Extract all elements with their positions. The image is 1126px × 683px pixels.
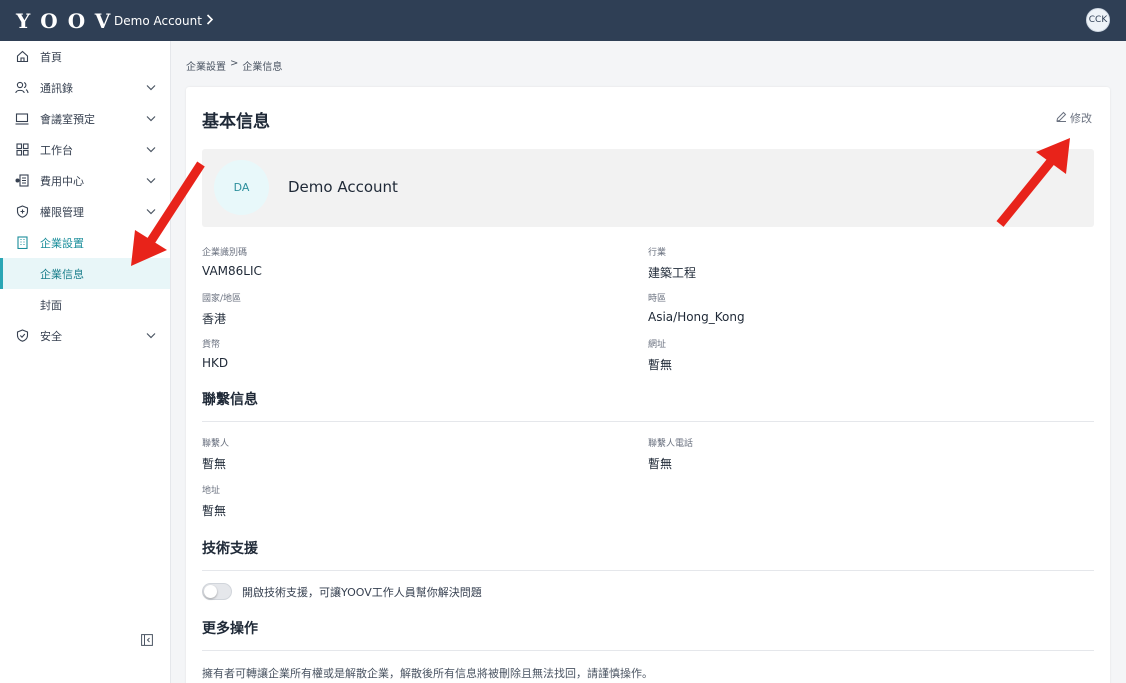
divider xyxy=(202,421,1094,422)
sidebar-item-label: 企業設置 xyxy=(40,236,84,250)
field-value: Asia/Hong_Kong xyxy=(648,310,745,324)
field-label: 企業識別碼 xyxy=(202,248,248,258)
field-value: 香港 xyxy=(202,312,227,326)
section-title-support: 技術支援 xyxy=(202,541,258,557)
edit-label: 修改 xyxy=(1070,112,1092,125)
shield-plus-icon xyxy=(15,205,29,219)
collapse-sidebar-icon[interactable] xyxy=(141,631,153,646)
field-label: 網址 xyxy=(648,340,667,350)
field-value: VAM86LIC xyxy=(202,264,262,278)
tech-support-toggle[interactable] xyxy=(202,583,232,600)
account-switcher[interactable]: Demo Account xyxy=(114,13,214,29)
chevron-down-icon xyxy=(146,143,156,156)
breadcrumb-current: 企業信息 xyxy=(242,62,283,73)
chevron-down-icon xyxy=(146,329,156,342)
field-label: 行業 xyxy=(648,248,667,258)
sidebar-item-contacts[interactable]: 通訊錄 xyxy=(0,72,170,103)
divider xyxy=(202,570,1094,571)
annotation-arrow-icon xyxy=(996,138,1070,227)
account-banner: DA Demo Account xyxy=(202,149,1094,227)
field-country: 國家/地區 香港 xyxy=(202,291,241,327)
sidebar-item-meeting-room[interactable]: 會議室預定 xyxy=(0,103,170,134)
company-info-card: 基本信息 修改 DA Demo Account 企業識別碼 VAM86LIC 行… xyxy=(186,87,1110,683)
field-value: 暫無 xyxy=(202,504,227,518)
field-label: 聯繫人 xyxy=(202,439,230,449)
pencil-icon xyxy=(1056,111,1067,125)
field-label: 貨幣 xyxy=(202,340,221,350)
field-contact-person: 聯繫人 暫無 xyxy=(202,436,229,472)
chevron-down-icon xyxy=(146,112,156,125)
field-label: 國家/地區 xyxy=(202,294,242,304)
section-title-contact: 聯繫信息 xyxy=(202,392,258,408)
breadcrumb-parent[interactable]: 企業設置 xyxy=(186,58,226,73)
building-icon xyxy=(15,236,29,250)
field-label: 聯繫人電話 xyxy=(648,439,694,449)
breadcrumb-separator: > xyxy=(230,58,239,69)
sidebar-item-label: 權限管理 xyxy=(40,205,84,219)
sidebar-item-security[interactable]: 安全 xyxy=(0,320,170,351)
sidebar-item-cover[interactable]: 封面 xyxy=(0,289,170,320)
field-contact-phone: 聯繫人電話 暫無 xyxy=(648,436,693,472)
sidebar-item-label: 通訊錄 xyxy=(40,81,73,95)
field-value: 暫無 xyxy=(202,457,227,471)
field-value: 建築工程 xyxy=(648,266,697,280)
monitor-icon xyxy=(15,112,29,126)
sidebar-item-label: 會議室預定 xyxy=(40,112,95,126)
shield-check-icon xyxy=(15,329,29,343)
sidebar-item-label: 安全 xyxy=(40,329,62,343)
field-website: 網址 暫無 xyxy=(648,337,672,373)
field-timezone: 時區 Asia/Hong_Kong xyxy=(648,291,745,324)
field-value: 暫無 xyxy=(648,457,673,471)
account-name: Demo Account xyxy=(114,13,202,28)
field-industry: 行業 建築工程 xyxy=(648,245,696,281)
field-address: 地址 暫無 xyxy=(202,483,226,519)
divider xyxy=(202,650,1094,651)
sidebar-item-home[interactable]: 首頁 xyxy=(0,41,170,72)
user-avatar[interactable]: CCK xyxy=(1086,8,1110,32)
contacts-icon xyxy=(15,81,29,95)
billing-icon xyxy=(15,174,29,188)
company-name: Demo Account xyxy=(288,178,398,196)
sidebar: 首頁 通訊錄 會議室預定 工作台 費用中心 權限管理 企業設置 企業信息 封面 … xyxy=(0,41,171,683)
breadcrumb: 企業設置 > 企業信息 xyxy=(186,58,282,73)
field-company-code: 企業識別碼 VAM86LIC xyxy=(202,245,262,278)
field-value: 暫無 xyxy=(648,358,673,372)
field-label: 地址 xyxy=(202,486,221,496)
field-label: 時區 xyxy=(648,294,667,304)
field-value: HKD xyxy=(202,356,229,370)
edit-button[interactable]: 修改 xyxy=(1056,110,1092,126)
sidebar-item-label: 工作台 xyxy=(40,143,73,157)
tech-support-label: 開啟技術支援，可讓YOOV工作人員幫你解決問題 xyxy=(242,586,482,599)
grid-icon xyxy=(15,143,29,157)
field-currency: 貨幣 HKD xyxy=(202,337,228,370)
toggle-knob xyxy=(204,585,217,598)
chevron-right-icon xyxy=(206,13,214,29)
chevron-down-icon xyxy=(146,81,156,94)
company-avatar: DA xyxy=(214,160,269,215)
home-icon xyxy=(15,50,29,64)
section-title-basic-info: 基本信息 xyxy=(202,112,270,132)
more-actions-description: 擁有者可轉讓企業所有權或是解散企業，解散後所有信息將被刪除且無法找回，請謹慎操作… xyxy=(202,667,653,680)
section-title-more-actions: 更多操作 xyxy=(202,621,258,637)
yoov-logo[interactable]: YOOV xyxy=(16,9,112,33)
annotation-arrow-icon xyxy=(131,161,205,266)
top-bar: YOOV Demo Account CCK xyxy=(0,0,1126,41)
sidebar-item-label: 費用中心 xyxy=(40,174,84,188)
sidebar-item-label: 首頁 xyxy=(40,50,62,64)
